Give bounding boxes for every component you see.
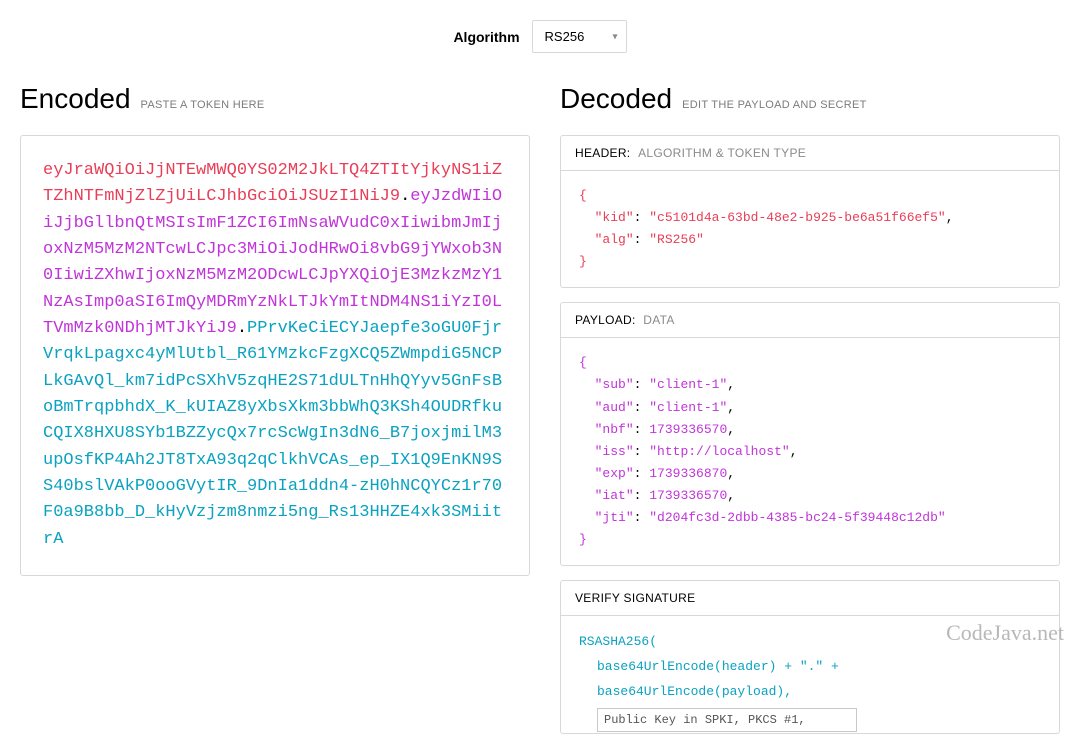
decoded-subtitle: EDIT THE PAYLOAD AND SECRET <box>682 99 867 111</box>
header-panel-title-b: ALGORITHM & TOKEN TYPE <box>638 146 806 160</box>
payload-iat-value: 1739336570 <box>649 488 727 503</box>
header-kid-value: c5101d4a-63bd-48e2-b925-be6a51f66ef5 <box>657 210 938 225</box>
algorithm-bar: Algorithm RS256 ▾ <box>20 0 1060 73</box>
algorithm-select[interactable]: RS256 ▾ <box>532 20 627 53</box>
header-panel-title: HEADER: ALGORITHM & TOKEN TYPE <box>561 136 1059 171</box>
encoded-title-row: Encoded PASTE A TOKEN HERE <box>20 83 530 115</box>
header-panel-title-a: HEADER: <box>575 146 630 160</box>
token-payload-segment: eyJzdWIiOiJjbGllbnQtMSIsImF1ZCI6ImNsaWVu… <box>43 187 502 338</box>
payload-exp-value: 1739336870 <box>649 466 727 481</box>
verify-signature-title: VERIFY SIGNATURE <box>561 581 1059 616</box>
chevron-down-icon: ▾ <box>613 31 618 42</box>
payload-panel-title-b: DATA <box>643 313 674 327</box>
payload-panel-title: PAYLOAD: DATA <box>561 303 1059 338</box>
payload-iss-value: http://localhost <box>657 444 782 459</box>
verify-signature-panel: VERIFY SIGNATURE RSASHA256( base64UrlEnc… <box>560 580 1060 734</box>
decoded-title-row: Decoded EDIT THE PAYLOAD AND SECRET <box>560 83 1060 115</box>
encoded-title: Encoded <box>20 83 131 115</box>
payload-aud-value: client-1 <box>657 400 719 415</box>
header-alg-value: RS256 <box>657 232 696 247</box>
payload-json-editor[interactable]: { "sub": "client-1", "aud": "client-1", … <box>561 338 1059 565</box>
algorithm-label: Algorithm <box>453 29 519 45</box>
payload-panel-title-a: PAYLOAD: <box>575 313 636 327</box>
token-dot: . <box>237 319 247 338</box>
encoded-subtitle: PASTE A TOKEN HERE <box>141 99 265 111</box>
sig-line-1: RSASHA256( <box>579 630 1041 655</box>
payload-sub-value: client-1 <box>657 377 719 392</box>
header-json-editor[interactable]: { "kid": "c5101d4a-63bd-48e2-b925-be6a51… <box>561 171 1059 287</box>
token-signature-segment: PPrvKeCiECYJaepfe3oGU0FjrVrqkLpagxc4yMlU… <box>43 319 502 549</box>
payload-jti-value: d204fc3d-2dbb-4385-bc24-5f39448c12db <box>657 510 938 525</box>
encoded-token-input[interactable]: eyJraWQiOiJjNTEwMWQ0YS02M2JkLTQ4ZTItYjky… <box>20 135 530 576</box>
public-key-input[interactable] <box>597 708 857 732</box>
verify-signature-title-text: VERIFY SIGNATURE <box>575 591 695 605</box>
verify-signature-body: RSASHA256( base64UrlEncode(header) + "."… <box>561 616 1059 733</box>
payload-nbf-value: 1739336570 <box>649 422 727 437</box>
algorithm-value: RS256 <box>545 29 585 44</box>
sig-line-3: base64UrlEncode(payload), <box>579 680 1041 705</box>
sig-line-2: base64UrlEncode(header) + "." + <box>579 655 1041 680</box>
header-panel: HEADER: ALGORITHM & TOKEN TYPE { "kid": … <box>560 135 1060 288</box>
payload-panel: PAYLOAD: DATA { "sub": "client-1", "aud"… <box>560 302 1060 566</box>
token-dot: . <box>400 187 410 206</box>
decoded-title: Decoded <box>560 83 672 115</box>
